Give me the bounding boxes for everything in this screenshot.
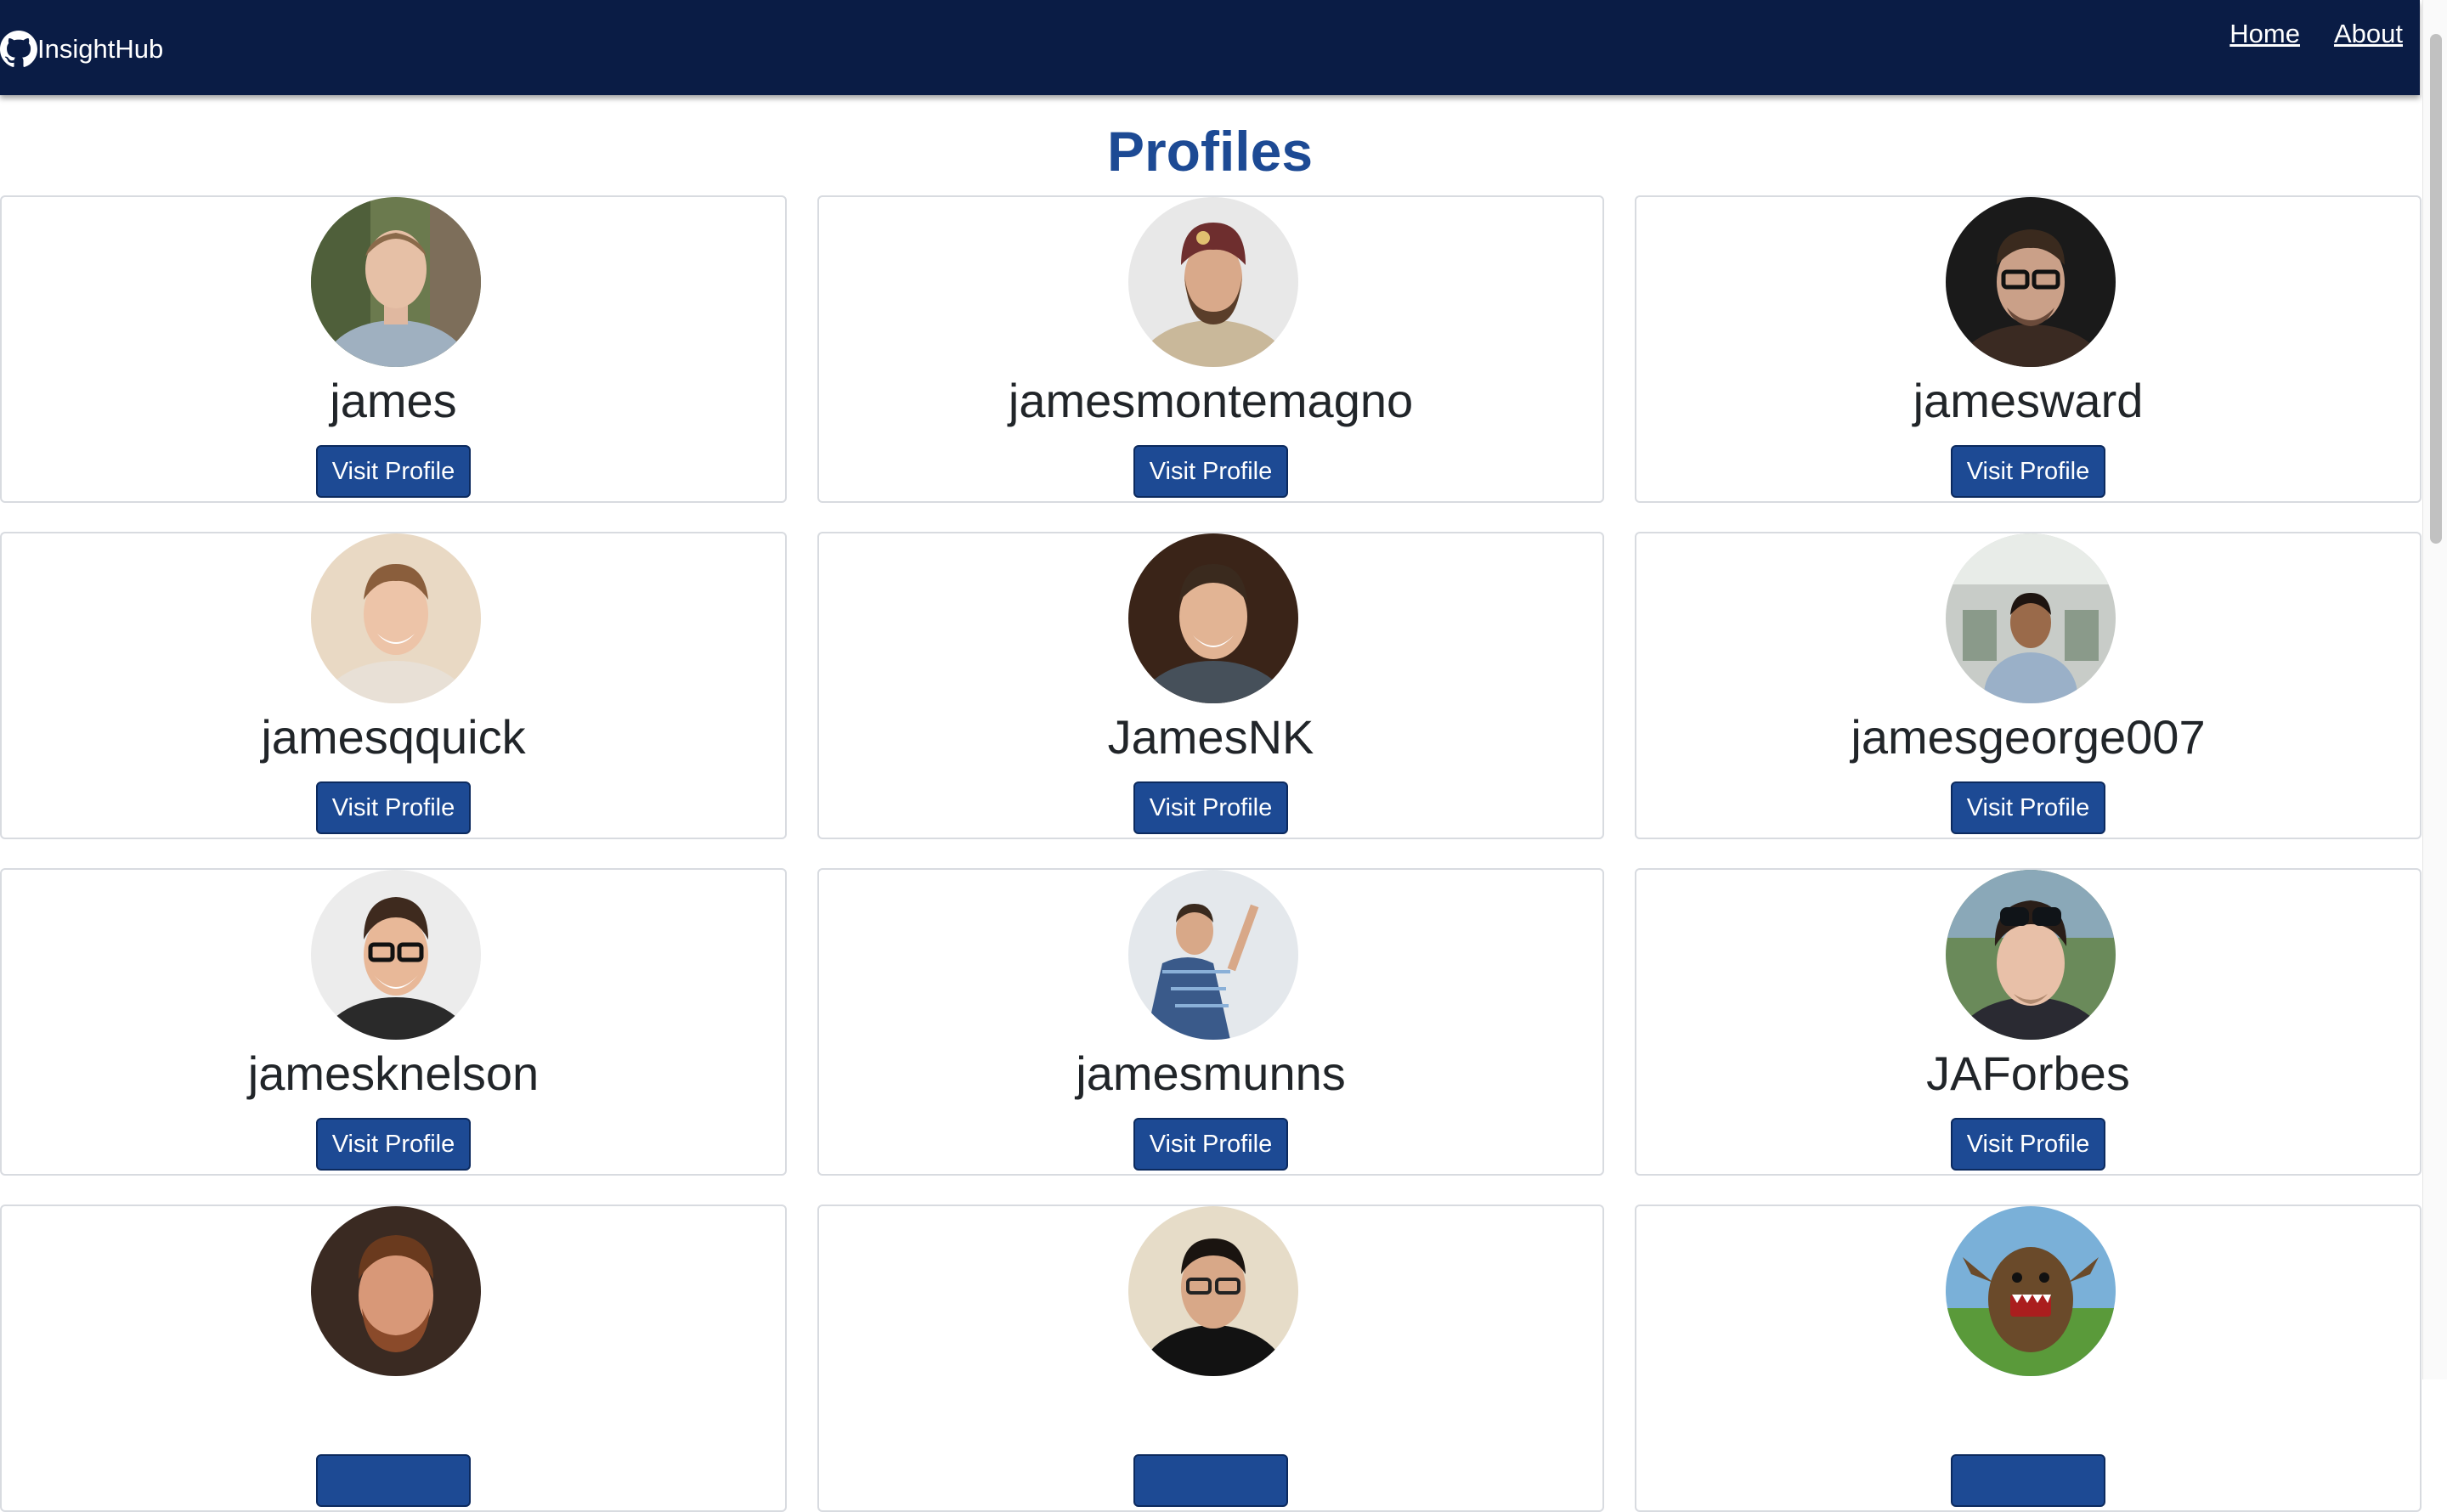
visit-profile-button[interactable] — [316, 1454, 471, 1507]
page-title: Profiles — [1106, 120, 1314, 183]
visit-profile-button[interactable] — [1951, 1454, 2105, 1507]
profile-card: jamesward Visit Profile — [1635, 195, 2422, 503]
profile-card — [817, 1205, 1604, 1512]
avatar[interactable] — [1128, 870, 1298, 1040]
profile-card: james Visit Profile — [0, 195, 787, 503]
profile-card: JAForbes Visit Profile — [1635, 868, 2422, 1176]
profile-card — [1635, 1205, 2422, 1512]
visit-profile-button[interactable]: Visit Profile — [1133, 781, 1288, 834]
visit-profile-button[interactable]: Visit Profile — [1133, 445, 1288, 498]
navbar: InsightHub Home About — [0, 0, 2420, 95]
nav-link-about[interactable]: About — [2334, 19, 2403, 49]
avatar[interactable] — [311, 1206, 481, 1376]
visit-profile-button[interactable]: Visit Profile — [316, 781, 471, 834]
profile-username: JAForbes — [1926, 1047, 2130, 1100]
avatar[interactable] — [1946, 870, 2116, 1040]
profile-card: jamesknelson Visit Profile — [0, 868, 787, 1176]
visit-profile-button[interactable]: Visit Profile — [1951, 1118, 2105, 1171]
nav-link-home[interactable]: Home — [2229, 19, 2300, 49]
brand[interactable]: InsightHub — [0, 25, 163, 73]
profile-username: jamesqquick — [261, 710, 526, 764]
avatar[interactable] — [311, 533, 481, 703]
avatar[interactable] — [1128, 533, 1298, 703]
brand-name: InsightHub — [37, 34, 164, 64]
visit-profile-button[interactable]: Visit Profile — [1951, 781, 2105, 834]
profile-username: jamesmontemagno — [1008, 374, 1414, 427]
visit-profile-button[interactable]: Visit Profile — [316, 1118, 471, 1171]
visit-profile-button[interactable]: Visit Profile — [1133, 1118, 1288, 1171]
visit-profile-button[interactable]: Visit Profile — [316, 445, 471, 498]
nav-links: Home About — [2229, 19, 2403, 49]
profile-username: jamesgeorge007 — [1851, 710, 2206, 764]
profile-username: james — [330, 374, 457, 427]
avatar[interactable] — [1128, 197, 1298, 367]
scrollbar[interactable] — [2422, 0, 2447, 1379]
profile-username: jamesward — [1913, 374, 2144, 427]
profile-card: jamesmunns Visit Profile — [817, 868, 1604, 1176]
profile-card: jamesmontemagno Visit Profile — [817, 195, 1604, 503]
profile-card — [0, 1205, 787, 1512]
profile-card: JamesNK Visit Profile — [817, 532, 1604, 839]
avatar[interactable] — [311, 870, 481, 1040]
avatar[interactable] — [1946, 533, 2116, 703]
visit-profile-button[interactable]: Visit Profile — [1951, 445, 2105, 498]
avatar[interactable] — [311, 197, 481, 367]
scrollbar-thumb[interactable] — [2430, 34, 2442, 544]
profile-card: jamesgeorge007 Visit Profile — [1635, 532, 2422, 839]
profile-username: JamesNK — [1107, 710, 1314, 764]
avatar[interactable] — [1128, 1206, 1298, 1376]
avatar[interactable] — [1946, 197, 2116, 367]
avatar[interactable] — [1946, 1206, 2116, 1376]
profile-card: jamesqquick Visit Profile — [0, 532, 787, 839]
github-icon — [0, 31, 37, 68]
profile-username: jamesknelson — [247, 1047, 540, 1100]
profile-username: jamesmunns — [1076, 1047, 1346, 1100]
visit-profile-button[interactable] — [1133, 1454, 1288, 1507]
